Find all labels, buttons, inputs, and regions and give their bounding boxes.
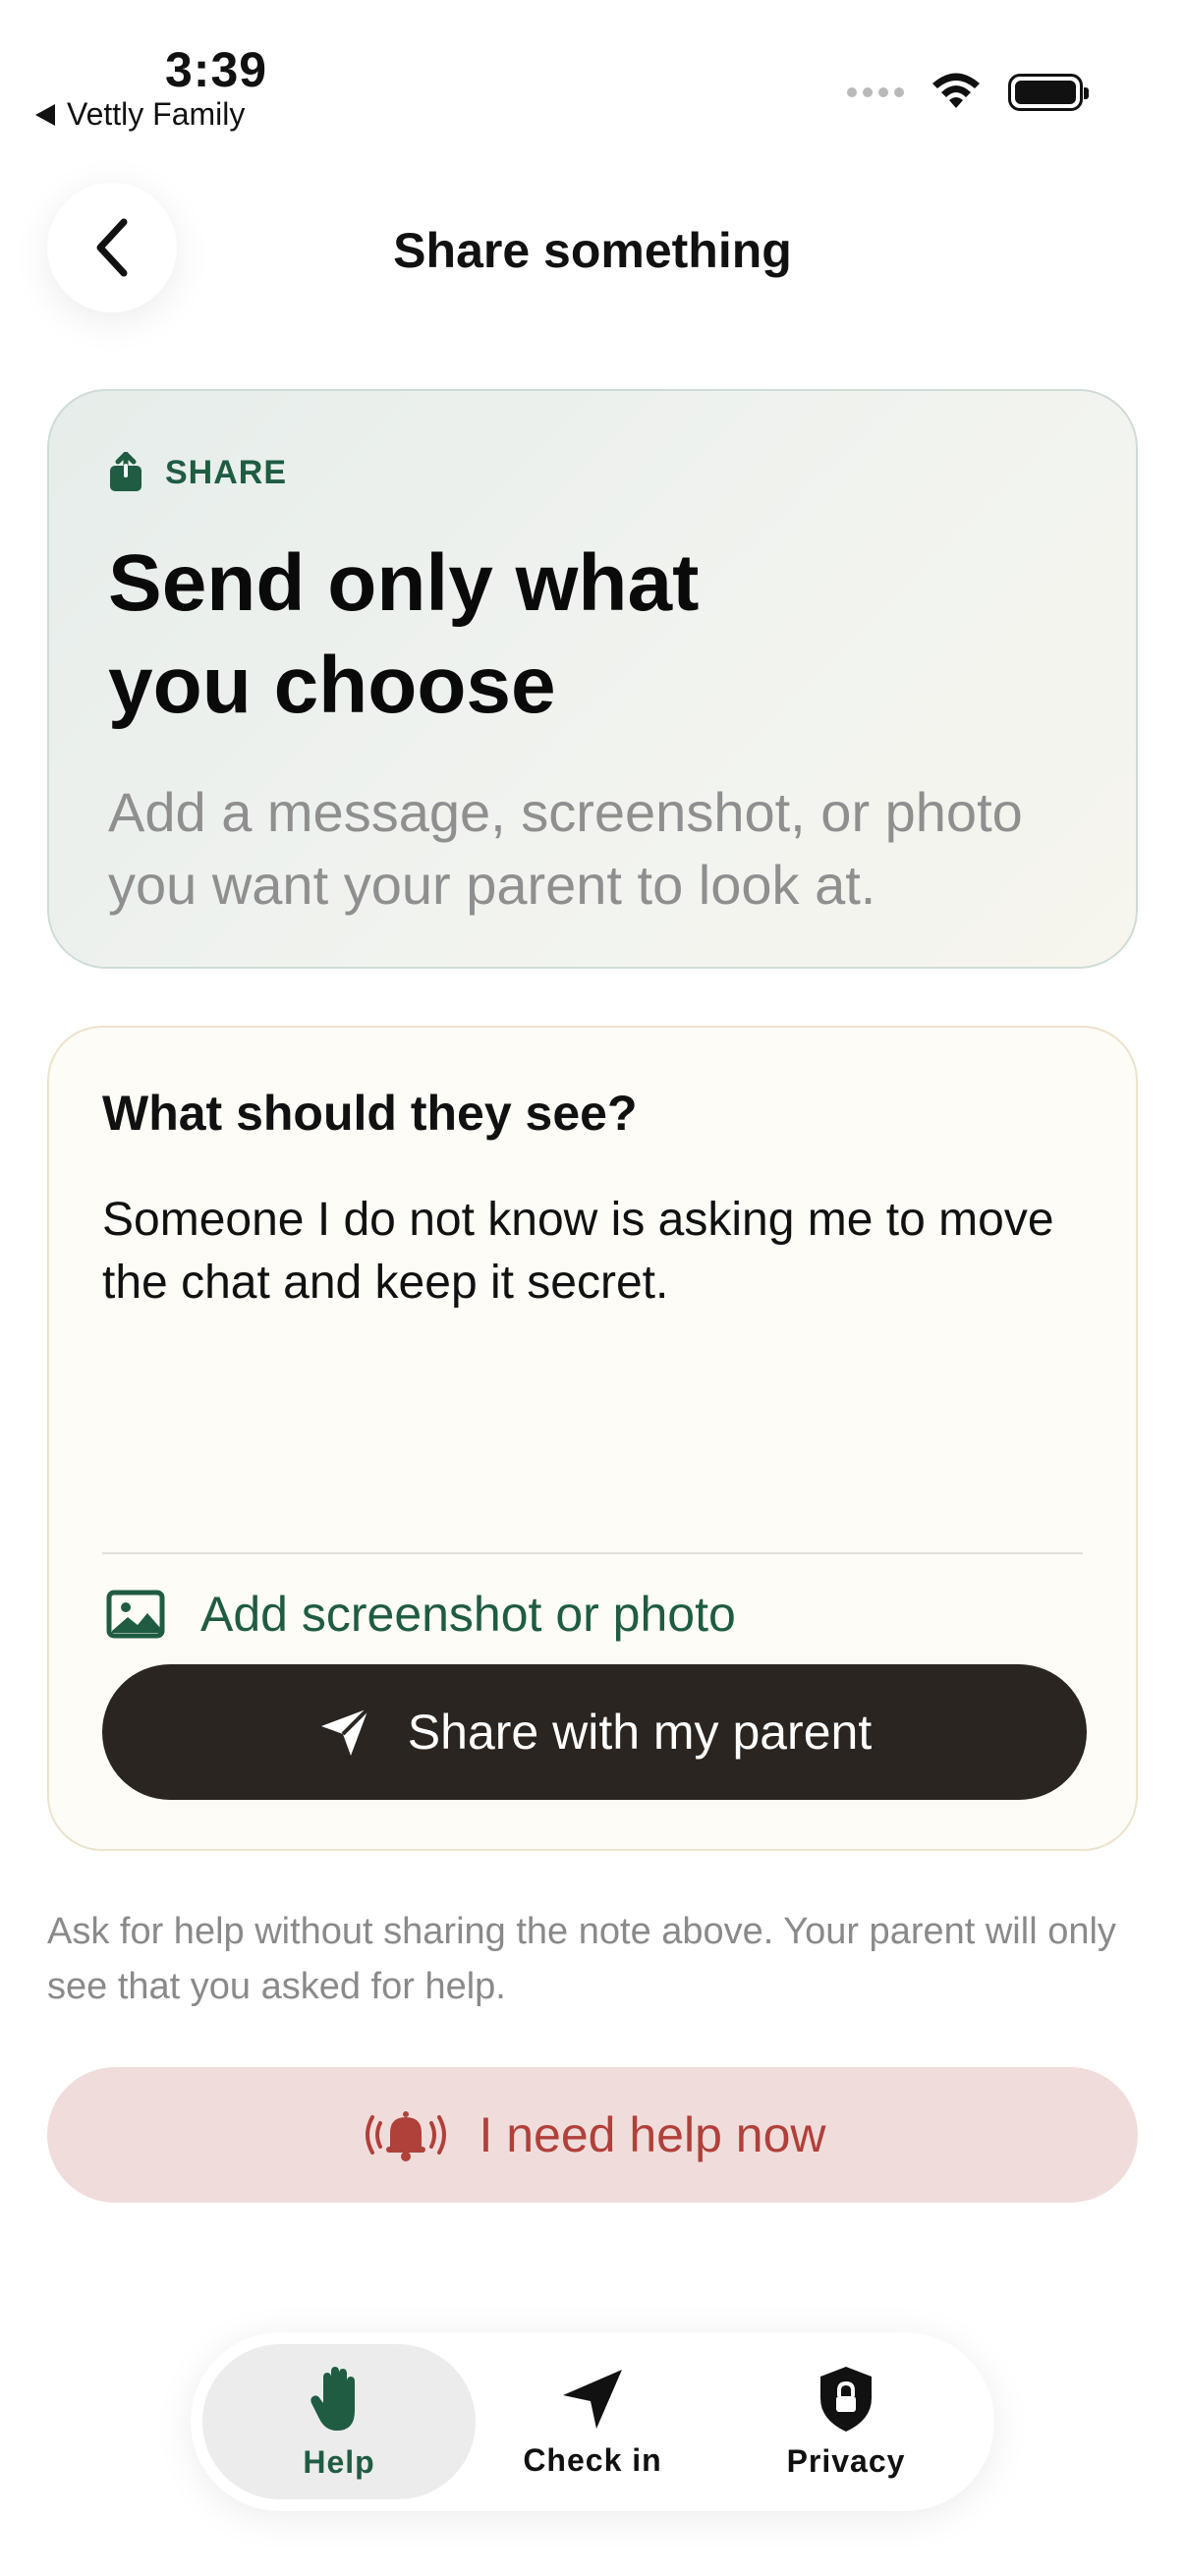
share-upload-icon bbox=[110, 452, 141, 491]
compose-card: What should they see? Someone I do not k… bbox=[47, 1026, 1138, 1851]
share-intro-card: SHARE Send only what you choose Add a me… bbox=[47, 389, 1138, 969]
tab-help-label: Help bbox=[303, 2443, 375, 2480]
share-tag: SHARE bbox=[108, 452, 1077, 493]
signal-dots-icon bbox=[847, 87, 904, 97]
hero-subtitle: Add a message, screenshot, or photo you … bbox=[108, 781, 1023, 916]
share-with-parent-button[interactable]: Share with my parent bbox=[102, 1664, 1087, 1800]
paper-plane-icon bbox=[320, 1707, 370, 1756]
share-button-label: Share with my parent bbox=[407, 1705, 873, 1760]
hero-title: Send only what you choose bbox=[108, 538, 700, 730]
wifi-icon bbox=[932, 73, 980, 108]
compose-divider bbox=[102, 1552, 1083, 1554]
status-back-to-app[interactable]: Vettly Family bbox=[35, 96, 245, 133]
bottom-tab-bar: Help Check in Privacy bbox=[191, 2332, 994, 2511]
alarm-bell-icon bbox=[366, 2111, 447, 2161]
shield-lock-icon bbox=[820, 2366, 872, 2432]
add-screenshot-button[interactable]: Add screenshot or photo bbox=[106, 1586, 736, 1643]
share-tag-label: SHARE bbox=[165, 453, 288, 491]
tab-check-in[interactable]: Check in bbox=[456, 2344, 729, 2499]
message-input[interactable]: Someone I do not know is asking me to mo… bbox=[102, 1189, 1065, 1315]
back-triangle-icon bbox=[35, 103, 55, 126]
page-title: Share something bbox=[393, 223, 792, 278]
tab-privacy-label: Privacy bbox=[786, 2442, 906, 2479]
hand-icon bbox=[310, 2366, 355, 2431]
compose-label: What should they see? bbox=[102, 1086, 638, 1141]
help-now-label: I need help now bbox=[479, 2107, 826, 2162]
add-screenshot-label: Add screenshot or photo bbox=[200, 1587, 736, 1642]
tab-privacy[interactable]: Privacy bbox=[709, 2344, 983, 2499]
status-back-label: Vettly Family bbox=[67, 96, 246, 132]
help-note: Ask for help without sharing the note ab… bbox=[47, 1911, 1116, 2007]
tab-help[interactable]: Help bbox=[202, 2344, 476, 2499]
image-icon bbox=[106, 1590, 165, 1639]
status-indicators bbox=[847, 73, 1089, 112]
battery-icon bbox=[1008, 74, 1089, 111]
status-time: 3:39 bbox=[165, 42, 268, 97]
help-now-button[interactable]: I need help now bbox=[47, 2067, 1138, 2203]
tab-check-in-label: Check in bbox=[523, 2441, 662, 2478]
location-arrow-icon bbox=[563, 2369, 622, 2429]
